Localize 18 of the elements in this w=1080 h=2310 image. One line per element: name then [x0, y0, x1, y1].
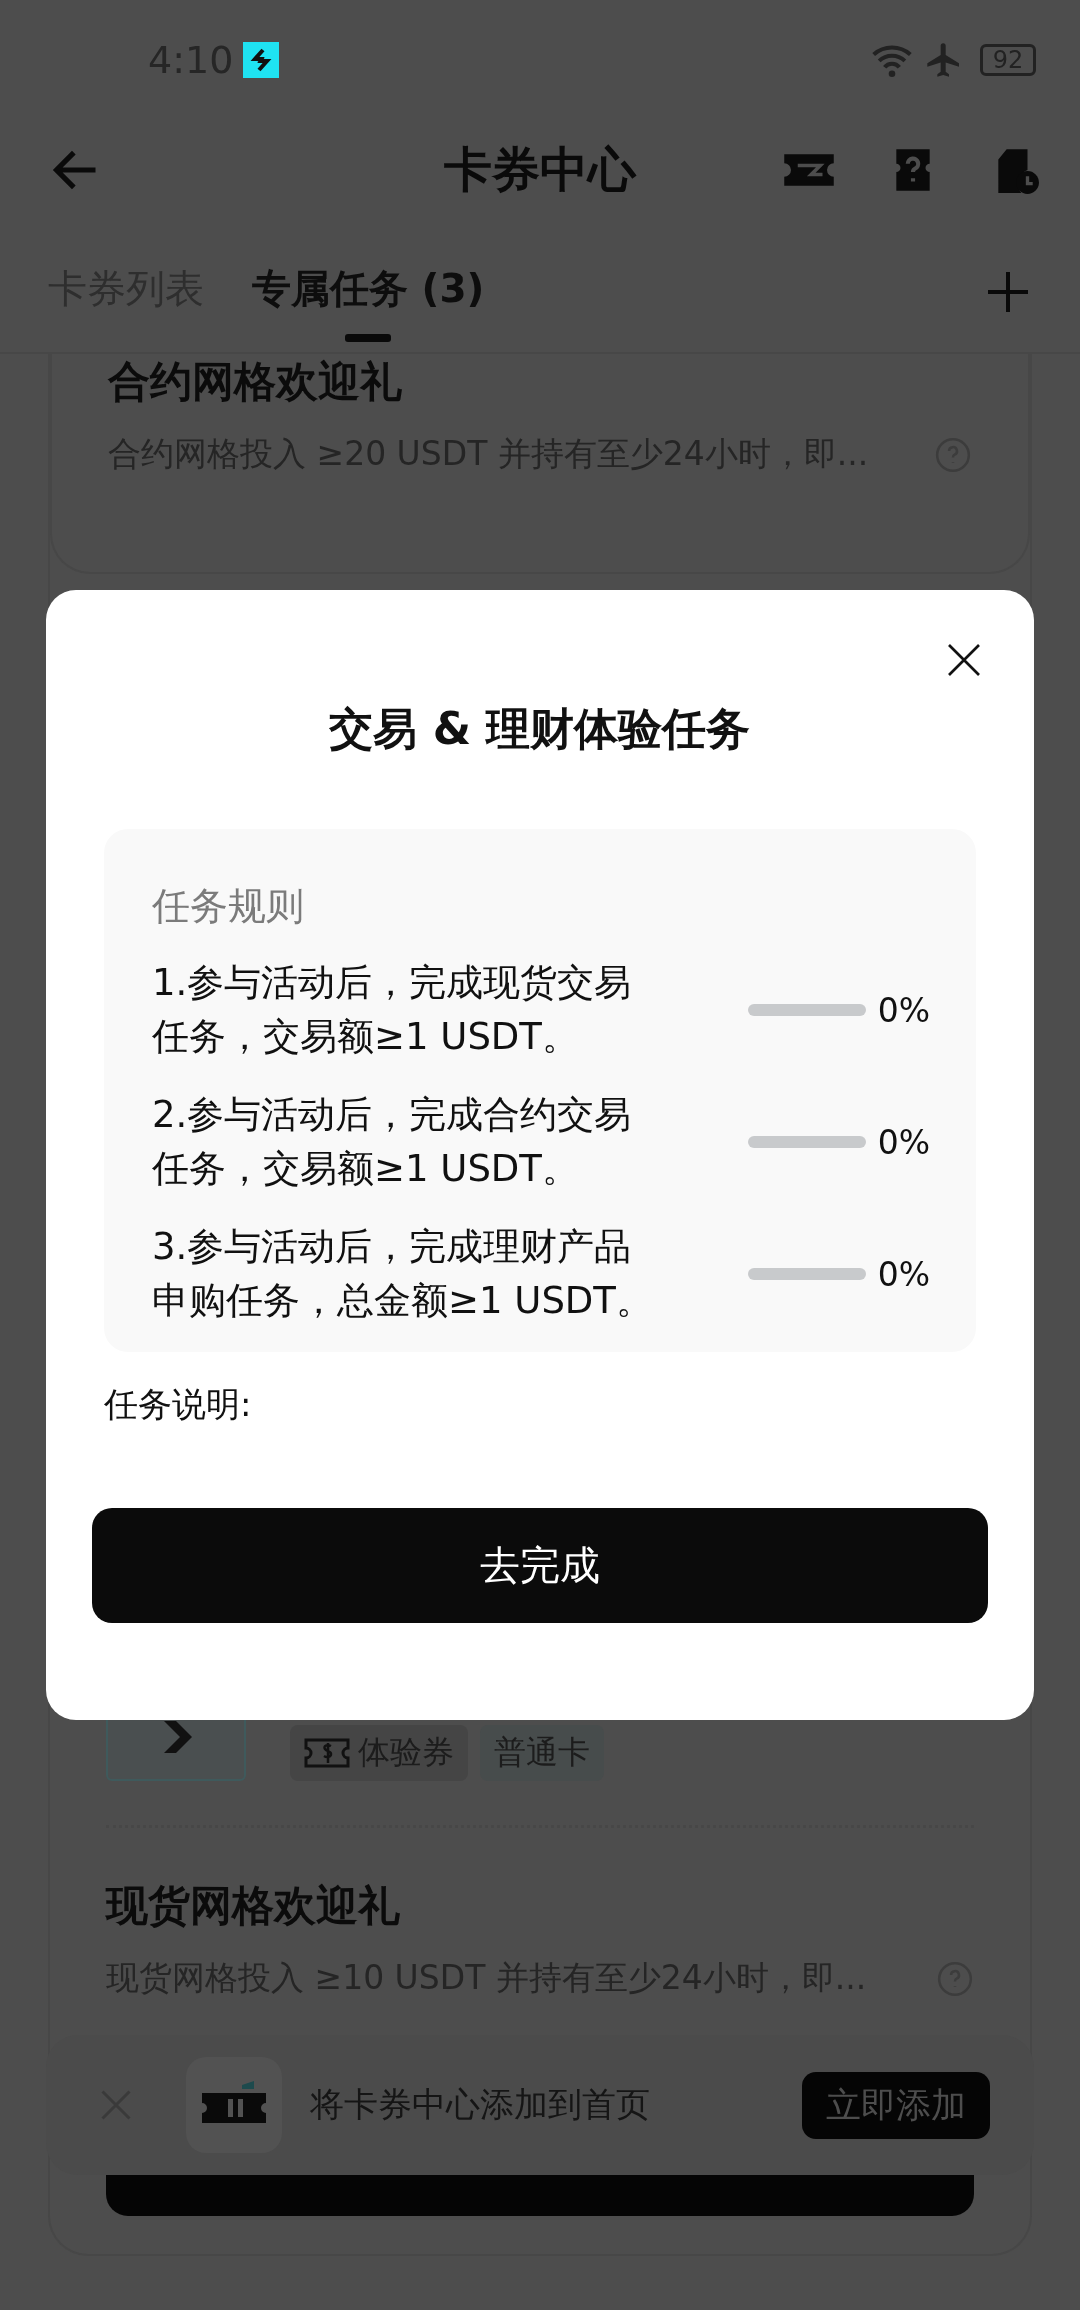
rules-heading: 任务规则	[152, 883, 305, 930]
progress-percent: 0%	[877, 990, 930, 1030]
progress-percent: 0%	[877, 1254, 930, 1294]
add-now-button[interactable]: 立即添加	[802, 2071, 990, 2139]
coupon-icon	[304, 1738, 350, 1768]
rule-text: 3.参与活动后，完成理财产品申购任务，总金额≥1 USDT。	[152, 1224, 654, 1324]
rule-text: 1.参与活动后，完成现货交易任务，交易额≥1 USDT。	[152, 960, 633, 1060]
card-title: 合约网格欢迎礼	[108, 356, 403, 408]
task-note-label: 任务说明:	[104, 1383, 253, 1426]
dialog-title: 交易 & 理财体验任务	[328, 702, 752, 756]
go-complete-button[interactable]: 去完成	[92, 1508, 988, 1623]
page-title: 卡券中心	[444, 140, 636, 199]
progress-percent: 0%	[877, 1122, 930, 1162]
tab[interactable]: 专属任务 (3)	[252, 242, 485, 342]
ticket-icon	[186, 2057, 282, 2153]
app-notification-icon	[243, 42, 280, 78]
rule-text: 2.参与活动后，完成合约交易任务，交易额≥1 USDT。	[152, 1092, 633, 1192]
card-title: 现货网格欢迎礼	[106, 1880, 401, 1932]
